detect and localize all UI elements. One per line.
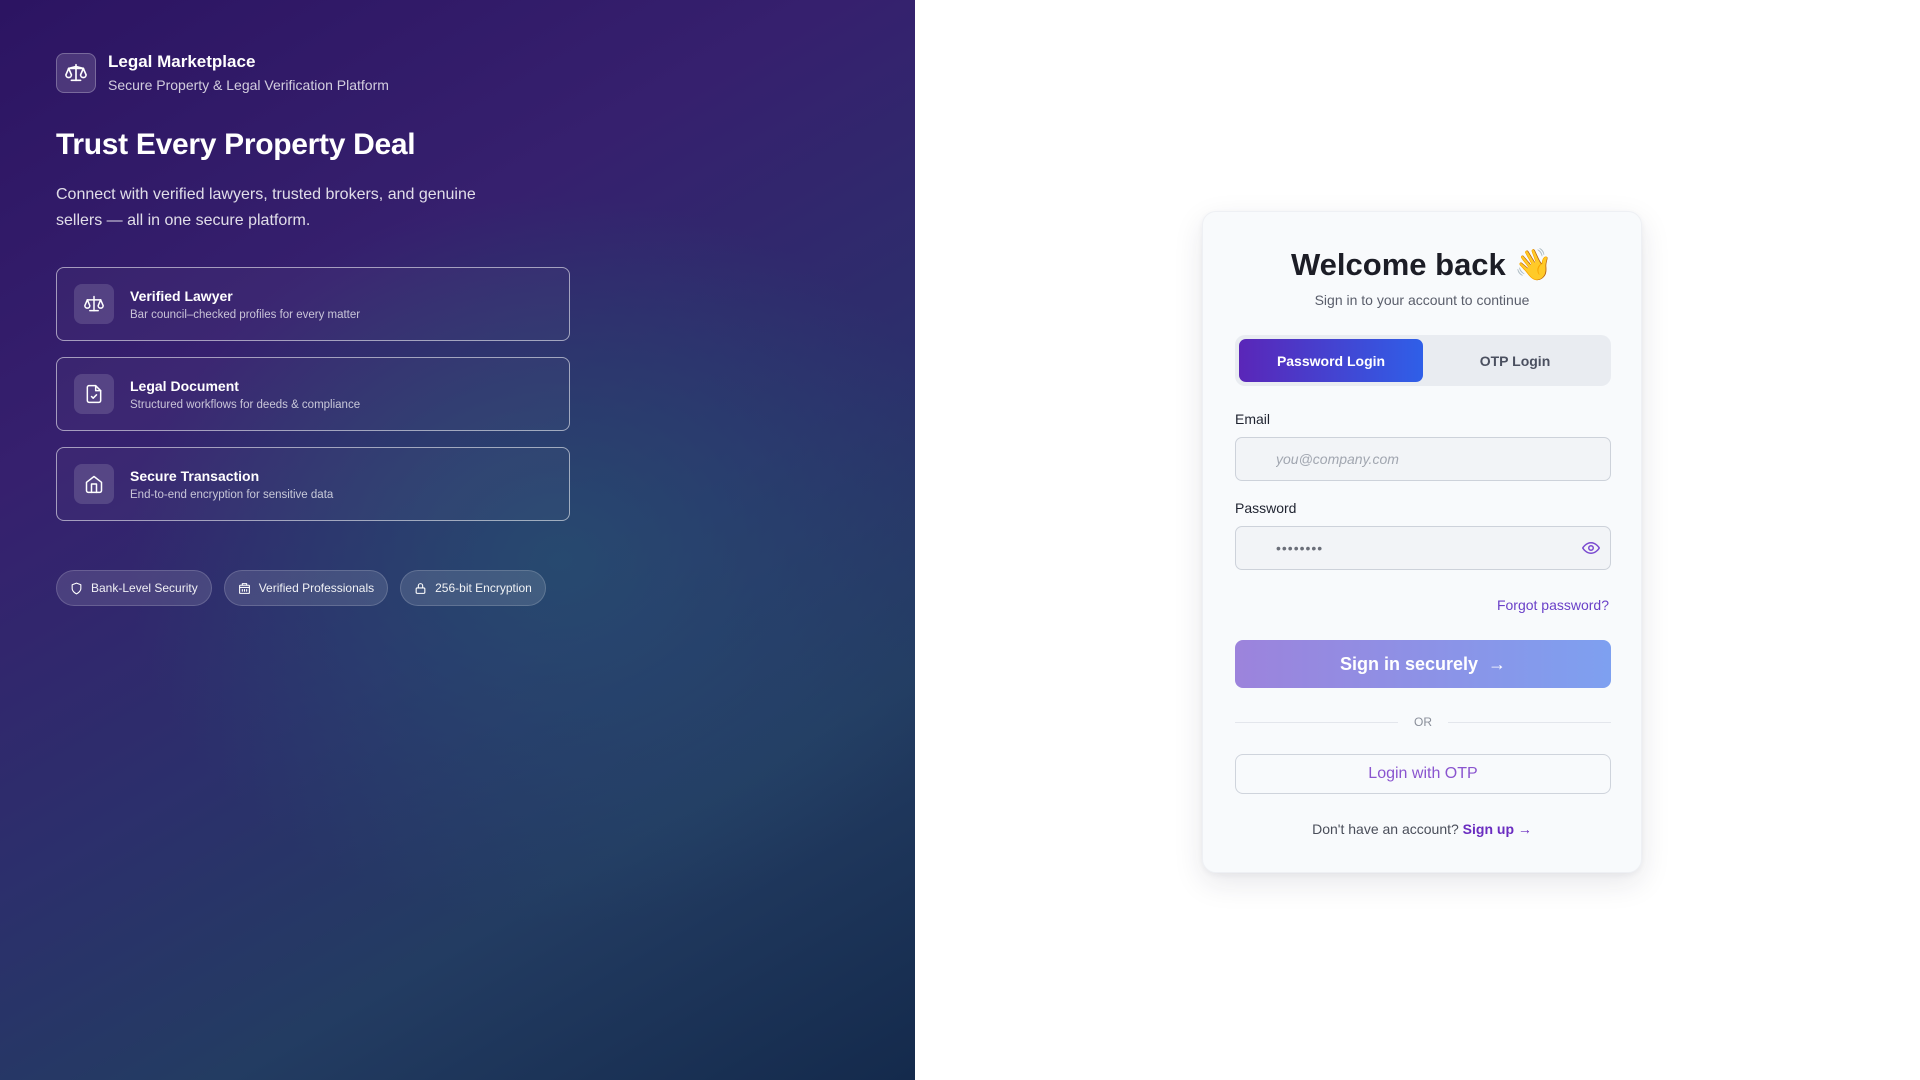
shield-icon bbox=[71, 582, 82, 594]
page-subtitle: Sign in to your account to continue bbox=[1314, 292, 1530, 308]
page-title: Welcome back 👋 bbox=[1290, 247, 1554, 282]
tab-otp-login[interactable]: OTP Login bbox=[1423, 339, 1607, 382]
password-field[interactable]: •••••••• bbox=[1235, 526, 1611, 570]
hero-headline: Trust Every Property Deal bbox=[56, 128, 416, 161]
feature-title: Legal Document bbox=[130, 378, 239, 394]
badge-label: Verified Professionals bbox=[258, 581, 375, 595]
lock-icon bbox=[415, 582, 426, 594]
feature-desc: Bar council–checked profiles for every m… bbox=[130, 309, 361, 321]
hero-lead: Connect with verified lawyers, trusted b… bbox=[56, 186, 476, 229]
brand-tagline: Secure Property & Legal Verification Pla… bbox=[108, 77, 389, 93]
forgot-password-link[interactable]: Forgot password? bbox=[1497, 597, 1609, 613]
sign-in-button[interactable]: Sign in securely → bbox=[1235, 640, 1611, 688]
trust-badges: Bank-Level Security Verified Professiona… bbox=[56, 570, 558, 606]
badge-label: 256-bit Encryption bbox=[435, 581, 532, 595]
brand: Legal Marketplace Secure Property & Lega… bbox=[56, 52, 389, 93]
badge-256-bit-encryption: 256-bit Encryption bbox=[400, 570, 546, 606]
login-method-tabs: Password Login OTP Login bbox=[1235, 335, 1611, 386]
scale-icon bbox=[56, 52, 96, 93]
scale-icon bbox=[74, 284, 114, 324]
password-label: Password bbox=[1235, 500, 1297, 516]
or-divider: OR bbox=[1235, 714, 1611, 730]
login-card: Welcome back 👋 Sign in to your account t… bbox=[1202, 211, 1642, 873]
email-label: Email bbox=[1235, 411, 1271, 427]
brand-name: Legal Marketplace bbox=[108, 52, 256, 71]
divider-label: OR bbox=[1414, 715, 1432, 729]
badge-verified-professionals: Verified Professionals bbox=[223, 570, 389, 606]
eye-icon[interactable] bbox=[1582, 539, 1600, 562]
sign-up-link[interactable]: Sign up → bbox=[1463, 821, 1532, 837]
document-check-icon bbox=[74, 374, 114, 414]
feature-desc: Structured workflows for deeds & complia… bbox=[130, 399, 361, 411]
sign-in-label: Sign in securely bbox=[1339, 653, 1479, 674]
building-icon bbox=[238, 582, 250, 594]
feature-list: Verified Lawyer Bar council–checked prof… bbox=[56, 267, 570, 537]
signup-row: Don't have an account? Sign up → bbox=[1203, 821, 1641, 837]
tab-password-login[interactable]: Password Login bbox=[1239, 339, 1423, 382]
feature-card-legal-document: Legal Document Structured workflows for … bbox=[56, 357, 570, 431]
password-value: •••••••• bbox=[1276, 540, 1324, 556]
email-field[interactable] bbox=[1276, 451, 1566, 467]
hero-panel: Legal Marketplace Secure Property & Lega… bbox=[0, 0, 915, 1080]
feature-desc: End-to-end encryption for sensitive data bbox=[130, 489, 334, 501]
signup-prompt: Don't have an account? bbox=[1312, 821, 1459, 837]
feature-title: Secure Transaction bbox=[130, 468, 260, 484]
feature-card-secure-transaction: Secure Transaction End-to-end encryption… bbox=[56, 447, 570, 521]
login-with-otp-button[interactable]: Login with OTP bbox=[1235, 754, 1611, 794]
feature-title: Verified Lawyer bbox=[130, 288, 233, 304]
home-icon bbox=[74, 464, 114, 504]
badge-bank-level-security: Bank-Level Security bbox=[56, 570, 212, 606]
feature-card-verified-lawyer: Verified Lawyer Bar council–checked prof… bbox=[56, 267, 570, 341]
badge-label: Bank-Level Security bbox=[91, 581, 198, 595]
arrow-right-icon: → bbox=[1488, 653, 1507, 674]
email-field-wrapper bbox=[1235, 437, 1611, 481]
